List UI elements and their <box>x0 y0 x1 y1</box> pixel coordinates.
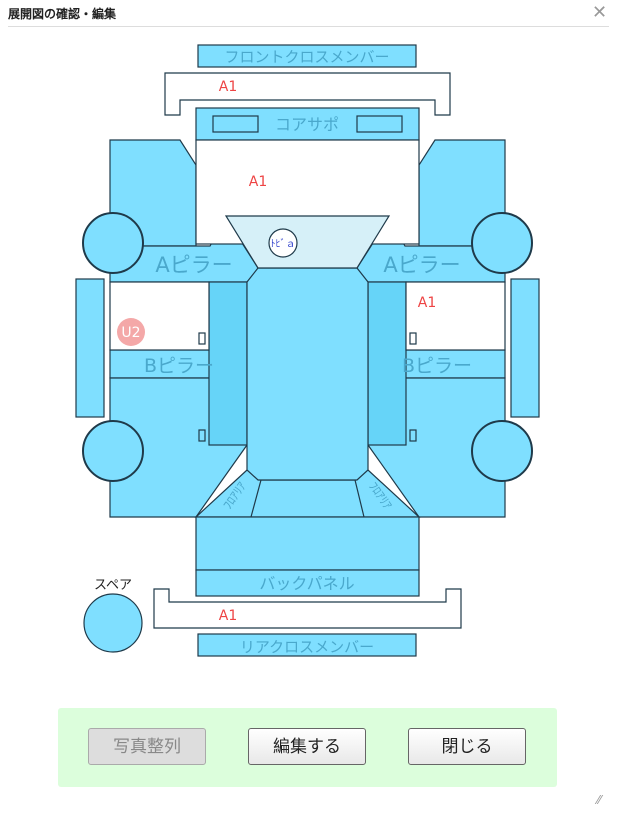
core-support-label: コアサポ <box>275 115 339 134</box>
wheel-front-left[interactable] <box>82 212 144 274</box>
center-floor-panel[interactable] <box>246 267 369 481</box>
button-bar: 写真整列 編集する 閉じる <box>58 708 557 787</box>
right-handle-rear <box>409 429 417 442</box>
marker-hood[interactable]: A1 <box>249 174 267 190</box>
left-handle-rear <box>198 429 206 442</box>
back-panel[interactable] <box>195 516 420 571</box>
rear-floor-center <box>250 479 365 518</box>
right-front-door-opening[interactable] <box>405 281 506 351</box>
marker-right-side[interactable]: A1 <box>418 295 436 311</box>
body-diagram: ﾄﾋﾞａ フロントクロスメンバー コアサポ Aピラー Aピラー Bピラー Bピラ… <box>75 44 540 657</box>
front-cross-member-label: フロントクロスメンバー <box>224 48 389 66</box>
right-handle-front <box>409 332 417 345</box>
spare-label: スペア <box>94 578 132 593</box>
b-pillar-left-label: Bピラー <box>144 355 214 377</box>
marker-left-side[interactable]: U2 <box>121 325 140 341</box>
right-rocker-panel[interactable] <box>510 278 540 418</box>
rear-cross-member-label: リアクロスメンバー <box>240 638 374 656</box>
arrange-photos-button[interactable]: 写真整列 <box>88 728 206 765</box>
resize-handle-icon[interactable]: ⁄⁄ <box>597 793 601 807</box>
marker-front-cross[interactable]: A1 <box>219 79 237 95</box>
spare-tire[interactable] <box>83 593 143 653</box>
wheel-rear-right[interactable] <box>471 420 533 482</box>
right-inner-strip <box>367 281 407 446</box>
wheel-rear-left[interactable] <box>82 420 144 482</box>
toe-board-label: ﾄﾋﾞａ <box>271 238 296 250</box>
core-support-slot-left <box>212 115 259 133</box>
back-panel-label: バックパネル <box>259 574 354 593</box>
edit-button[interactable]: 編集する <box>248 728 366 765</box>
left-inner-strip <box>208 281 248 446</box>
close-button[interactable]: 閉じる <box>408 728 526 765</box>
wheel-front-right[interactable] <box>471 212 533 274</box>
core-support-slot-right <box>356 115 403 133</box>
b-pillar-right-label: Bピラー <box>402 355 472 377</box>
marker-rear-cross[interactable]: A1 <box>219 608 237 624</box>
left-rocker-panel[interactable] <box>75 278 105 418</box>
left-handle-front <box>198 332 206 345</box>
a-pillar-left-label: Aピラー <box>155 253 232 277</box>
a-pillar-right-label: Aピラー <box>383 253 460 277</box>
